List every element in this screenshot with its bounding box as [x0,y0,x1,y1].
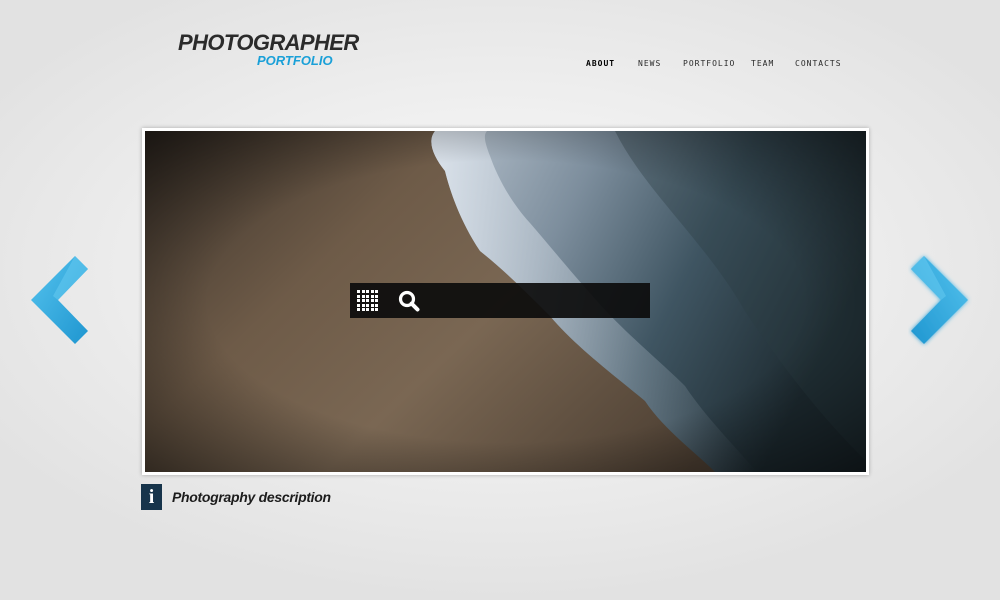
info-icon[interactable]: i [141,484,162,510]
slide-photo[interactable] [145,131,866,472]
grid-view-button[interactable] [350,283,385,318]
nav-item-portfolio[interactable]: PORTFOLIO [683,58,751,70]
chevron-right-icon [911,256,968,344]
chevron-left-icon [31,256,88,344]
nav-item-contacts[interactable]: CONTACTS [795,58,855,70]
nav-item-team[interactable]: TEAM [751,58,795,70]
search-icon [398,290,420,312]
slide-toolbar [350,283,650,318]
site-logo[interactable]: PHOTOGRAPHER PORTFOLIO [178,30,368,72]
prev-slide-button[interactable] [27,252,91,348]
main-nav: ABOUT NEWS PORTFOLIO TEAM CONTACTS [586,58,855,70]
next-slide-button[interactable] [908,252,972,348]
zoom-search-button[interactable] [395,287,423,315]
caption-text: Photography description [172,489,331,505]
grid-icon [357,290,379,312]
nav-item-about[interactable]: ABOUT [586,58,638,70]
photo-frame [142,128,869,475]
nav-item-news[interactable]: NEWS [638,58,683,70]
logo-subtitle: PORTFOLIO [257,53,333,68]
